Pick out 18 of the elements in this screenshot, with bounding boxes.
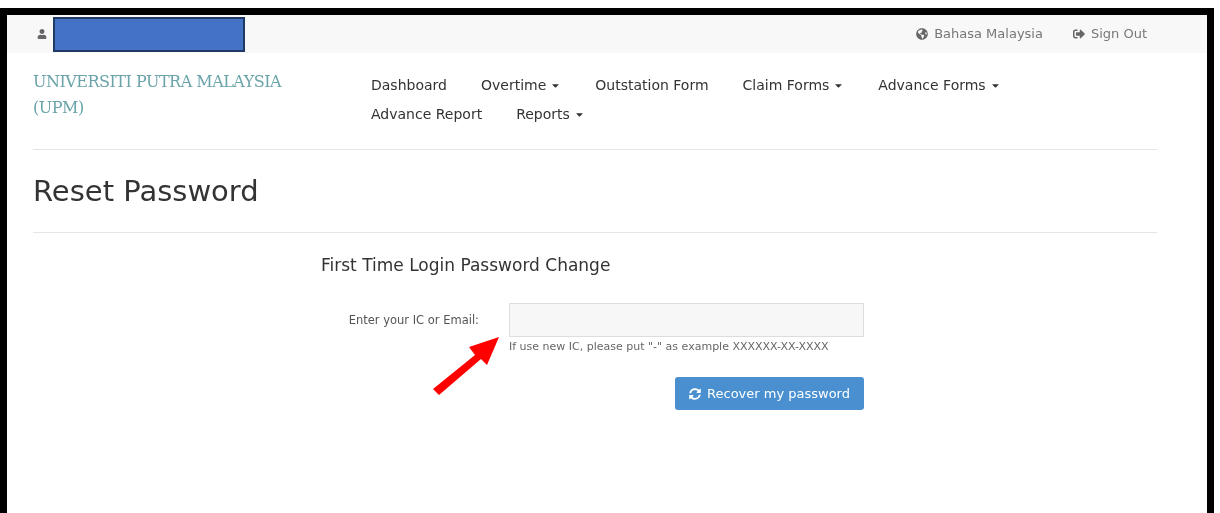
help-text: If use new IC, please put "-" as example XXXXXX-XX-XXXX xyxy=(509,338,830,355)
refresh-icon xyxy=(689,387,702,400)
nav-link[interactable]: Advance Report xyxy=(371,104,483,125)
ic-email-input[interactable] xyxy=(509,302,864,337)
language-link[interactable]: Bahasa Malaysia xyxy=(916,24,1043,44)
nav-link[interactable]: Outstation Form xyxy=(595,75,709,96)
sign-out-icon xyxy=(1072,28,1085,40)
nav-link[interactable]: Advance Forms xyxy=(878,75,1001,96)
nav-link[interactable]: Dashboard xyxy=(371,75,447,96)
sign-out-link[interactable]: Sign Out xyxy=(1072,24,1147,44)
globe-icon xyxy=(916,28,929,40)
nav-link[interactable]: Reports xyxy=(516,104,585,125)
form-heading: First Time Login Password Change xyxy=(321,254,612,277)
user-icon xyxy=(37,29,47,39)
nav-link[interactable]: Claim Forms xyxy=(742,75,845,96)
nav-link[interactable]: Overtime xyxy=(480,75,562,96)
field-label: Enter your IC or Email: xyxy=(347,311,480,329)
page-title: Reset Password xyxy=(33,173,260,210)
